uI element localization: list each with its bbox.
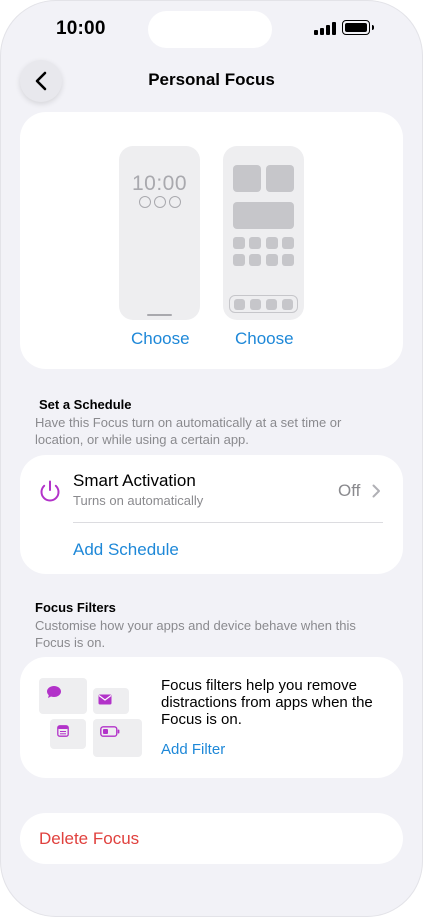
focus-filters-info: Focus filters help you remove distractio…: [161, 677, 373, 728]
screen-previews-card: 10:00 Choose Choose: [20, 112, 403, 369]
filter-tile-mail: [93, 688, 129, 714]
filter-tile-calendar: [50, 719, 86, 749]
schedule-card: Smart Activation Turns on automatically …: [20, 455, 403, 574]
choose-lock-screen-button[interactable]: Choose: [131, 329, 190, 349]
battery-status-icon: [342, 20, 374, 35]
add-schedule-button[interactable]: Add Schedule: [73, 540, 179, 560]
phone-screen: 10:00 Personal Focus 10:00 Choose Choose…: [0, 0, 423, 917]
add-filter-button[interactable]: Add Filter: [161, 741, 225, 758]
chevron-right-icon: [372, 484, 380, 498]
smart-activation-row[interactable]: Smart Activation Turns on automatically …: [20, 455, 403, 522]
battery-icon: [100, 726, 120, 737]
message-icon: [47, 686, 61, 698]
smart-activation-title: Smart Activation: [73, 471, 196, 490]
lock-screen-preview[interactable]: 10:00: [119, 146, 200, 320]
filter-tile-messages: [39, 678, 87, 714]
filter-tile-battery: [93, 719, 142, 757]
lock-screen-time: 10:00: [131, 172, 188, 195]
dynamic-island: [148, 11, 272, 48]
calendar-icon: [57, 725, 69, 737]
delete-focus-button[interactable]: Delete Focus: [20, 813, 403, 864]
lock-screen-widgets: [139, 196, 181, 208]
choose-home-screen-button[interactable]: Choose: [235, 329, 294, 349]
schedule-description: Have this Focus turn on automatically at…: [35, 415, 342, 447]
power-icon: [40, 480, 60, 502]
smart-activation-value: Off: [338, 481, 361, 500]
divider: [73, 522, 383, 523]
dock: [229, 295, 298, 313]
delete-focus-label: Delete Focus: [39, 829, 140, 848]
mail-icon: [98, 694, 112, 705]
home-screen-preview[interactable]: [223, 146, 304, 320]
signal-icon: [314, 22, 336, 35]
filters-description: Customise how your apps and device behav…: [35, 618, 356, 650]
home-indicator: [147, 314, 172, 316]
filters-heading: Focus Filters: [35, 600, 116, 615]
schedule-heading: Set a Schedule: [39, 397, 132, 412]
focus-filters-card: Focus filters help you remove distractio…: [20, 657, 403, 778]
smart-activation-subtitle: Turns on automatically: [73, 493, 204, 508]
status-time: 10:00: [56, 18, 106, 39]
page-title: Personal Focus: [148, 70, 275, 89]
